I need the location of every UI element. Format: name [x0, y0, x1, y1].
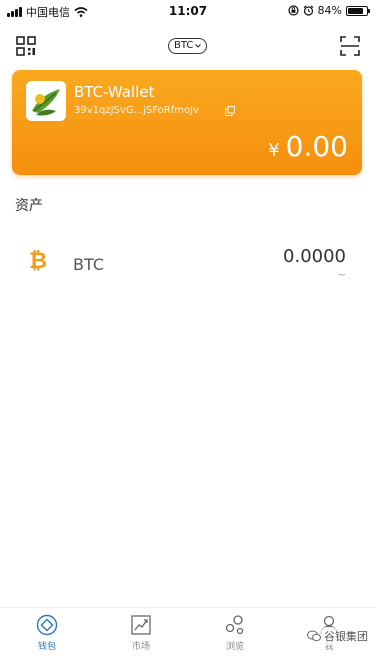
battery-level — [348, 7, 364, 14]
watermark: 谷银集团 — [305, 627, 370, 645]
wallet-card[interactable]: BTC-Wallet 39v1qzJSvG...jSFoRfmoJv ¥ 0.0… — [12, 70, 362, 175]
tab-browse-label: 浏览 — [225, 642, 244, 652]
top-nav: BTC — [0, 30, 376, 62]
bitcoin-icon: ₿ — [29, 249, 47, 274]
wallet-address: 39v1qzJSvG...jSFoRfmoJv — [74, 105, 199, 116]
tab-wallet-label: 钱包 — [37, 642, 56, 652]
coin-switch-button[interactable]: BTC — [168, 38, 208, 54]
asset-amount: 0.0000 — [283, 246, 346, 267]
tab-market[interactable]: 市场 — [94, 608, 188, 657]
wallet-name: BTC-Wallet — [74, 83, 155, 101]
status-bar: 中国电信 11:07 84% — [0, 0, 376, 22]
asset-fiat-value: ~ — [337, 270, 346, 281]
wallet-avatar — [26, 81, 66, 121]
scan-icon[interactable] — [340, 36, 360, 56]
wallet-logo-icon — [26, 81, 66, 121]
alarm-icon — [303, 5, 313, 16]
balance-amount: 0.00 — [285, 130, 348, 163]
currency-symbol: ¥ — [268, 140, 280, 161]
tab-browse[interactable]: 浏览 — [188, 608, 282, 657]
market-chart-icon — [131, 615, 151, 635]
orientation-lock-icon — [287, 5, 299, 16]
wechat-icon — [307, 630, 321, 642]
wallet-icon — [36, 614, 58, 636]
tab-market-label: 市场 — [131, 642, 150, 652]
battery-icon — [346, 5, 370, 16]
coin-switch-label: BTC — [174, 40, 194, 51]
assets-heading: 资产 — [15, 198, 43, 214]
status-right: 84% — [287, 4, 370, 17]
receive-qr-icon[interactable] — [16, 36, 36, 56]
asset-row-btc[interactable]: ₿ BTC 0.0000 ~ — [0, 240, 376, 290]
asset-symbol: BTC — [73, 255, 104, 274]
tab-wallet[interactable]: 钱包 — [0, 608, 94, 657]
battery-percent: 84% — [317, 4, 342, 17]
browse-icon — [225, 615, 244, 635]
copy-icon[interactable] — [225, 106, 235, 116]
watermark-text: 谷银集团 — [324, 630, 368, 643]
wallet-balance: ¥ 0.00 — [268, 130, 348, 163]
chevron-down-icon — [195, 44, 202, 48]
